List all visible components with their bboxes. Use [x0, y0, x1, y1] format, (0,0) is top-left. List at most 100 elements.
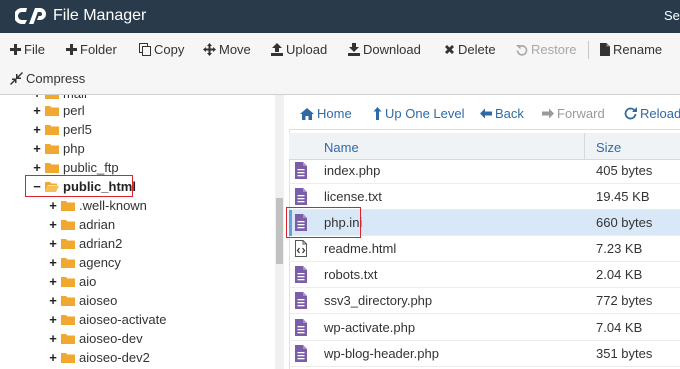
- download-button[interactable]: Download: [348, 42, 421, 57]
- folder-icon: [45, 144, 59, 154]
- tree-item-aioseo-dev[interactable]: + aioseo-dev: [48, 329, 143, 348]
- compress-button[interactable]: Compress: [10, 71, 85, 86]
- tree-item-label: public_ftp: [63, 160, 119, 175]
- tree-item-agency[interactable]: + agency: [48, 253, 121, 272]
- column-header-name[interactable]: Name: [324, 140, 359, 155]
- table-row[interactable]: wp-blog-header.php 351 bytes: [289, 341, 680, 367]
- folder-icon: [45, 95, 59, 99]
- folder-icon: [61, 334, 75, 344]
- table-row[interactable]: robots.txt 2.04 KB: [289, 262, 680, 288]
- folder-icon: [61, 239, 75, 249]
- expand-icon[interactable]: +: [48, 332, 58, 345]
- tree-item-adrian2[interactable]: + adrian2: [48, 234, 122, 253]
- move-button[interactable]: Move: [203, 42, 251, 57]
- restore-button[interactable]: Restore: [516, 42, 577, 57]
- upload-button[interactable]: Upload: [271, 42, 327, 57]
- tree-item-php[interactable]: + php: [32, 139, 85, 158]
- table-row[interactable]: wp-activate.php 7.04 KB: [289, 315, 680, 341]
- up-one-level-label: Up One Level: [385, 106, 465, 121]
- tree-item-label: aioseo-dev: [79, 331, 143, 346]
- upload-label: Upload: [286, 42, 328, 57]
- expand-icon[interactable]: +: [48, 275, 58, 288]
- expand-icon[interactable]: +: [48, 237, 58, 250]
- move-icon: [203, 43, 216, 56]
- folder-icon: [61, 201, 75, 211]
- file-size: 7.04 KB: [596, 320, 643, 335]
- table-row[interactable]: index.php 405 bytes: [289, 158, 680, 184]
- file-size: 2.04 KB: [596, 267, 643, 282]
- delete-button[interactable]: Delete: [444, 42, 496, 57]
- home-button[interactable]: Home: [300, 106, 352, 121]
- file-size: 351 bytes: [596, 346, 653, 361]
- compress-icon: [10, 72, 23, 85]
- tree-item-label: adrian: [79, 217, 116, 232]
- new-folder-button[interactable]: Folder: [66, 42, 117, 57]
- tree-item-label: perl: [63, 103, 85, 118]
- copy-icon: [139, 43, 151, 56]
- folder-icon: [45, 106, 59, 116]
- copy-button[interactable]: Copy: [139, 42, 184, 57]
- expand-icon[interactable]: +: [48, 351, 58, 364]
- new-file-button[interactable]: File: [10, 42, 45, 57]
- back-label: Back: [495, 106, 524, 121]
- tree-item-well-known[interactable]: + .well-known: [48, 196, 147, 215]
- expand-icon[interactable]: +: [48, 294, 58, 307]
- table-row[interactable]: readme.html 7.23 KB: [289, 236, 680, 262]
- expand-icon[interactable]: +: [32, 95, 42, 100]
- expand-icon[interactable]: +: [48, 256, 58, 269]
- file-name: readme.html: [324, 241, 397, 256]
- file-name: index.php: [324, 163, 381, 178]
- search-label[interactable]: Sea: [664, 8, 680, 23]
- expand-icon[interactable]: +: [32, 142, 42, 155]
- expand-icon[interactable]: +: [48, 313, 58, 326]
- tree-item-label: perl5: [63, 122, 92, 137]
- column-divider[interactable]: [584, 133, 585, 160]
- download-icon: [348, 43, 360, 56]
- copy-label: Copy: [154, 42, 185, 57]
- folder-icon: [61, 220, 75, 230]
- file-name: wp-blog-header.php: [324, 346, 439, 361]
- expand-icon[interactable]: +: [48, 218, 58, 231]
- tree-item-label: aioseo: [79, 293, 118, 308]
- tree-item-aio[interactable]: + aio: [48, 272, 96, 291]
- forward-label: Forward: [557, 106, 605, 121]
- table-row[interactable]: ssv3_directory.php 772 bytes: [289, 288, 680, 314]
- expand-icon[interactable]: +: [32, 104, 42, 117]
- rename-button[interactable]: Rename: [600, 42, 662, 57]
- home-icon: [300, 107, 314, 120]
- folder-icon: [61, 353, 75, 363]
- file-table-header: Name Size: [289, 133, 680, 160]
- tree-item-adrian[interactable]: + adrian: [48, 215, 115, 234]
- tree-item-aioseo-dev2[interactable]: + aioseo-dev2: [48, 348, 150, 367]
- folder-icon: [61, 258, 75, 268]
- download-label: Download: [363, 42, 421, 57]
- toolbar-divider: [588, 41, 589, 59]
- tree-scrollbar-thumb[interactable]: [276, 198, 283, 264]
- folder-icon: [61, 296, 75, 306]
- file-size: 19.45 KB: [596, 189, 650, 204]
- tree-item-aioseo-activate[interactable]: + aioseo-activate: [48, 310, 166, 329]
- new-folder-label: Folder: [80, 42, 117, 57]
- tree-item-aioseo[interactable]: + aioseo: [48, 291, 117, 310]
- file-name: ssv3_directory.php: [324, 293, 433, 308]
- file-size: 772 bytes: [596, 293, 653, 308]
- up-one-level-button[interactable]: Up One Level: [373, 106, 465, 121]
- plus-icon: [66, 44, 77, 55]
- folder-icon: [45, 163, 59, 173]
- back-button[interactable]: Back: [480, 106, 524, 121]
- tree-item-label: adrian2: [79, 236, 123, 251]
- text-file-icon: [295, 162, 307, 179]
- expand-icon[interactable]: +: [48, 199, 58, 212]
- text-file-icon: [295, 292, 307, 309]
- reload-button[interactable]: Reload: [624, 106, 680, 121]
- file-size: 405 bytes: [596, 163, 653, 178]
- expand-icon[interactable]: +: [32, 161, 42, 174]
- expand-icon[interactable]: +: [32, 123, 42, 136]
- html-file-icon: [295, 240, 307, 257]
- rename-label: Rename: [613, 42, 663, 57]
- toolbar: File Folder Copy Move Upload Download De…: [0, 33, 680, 95]
- tree-item-perl5[interactable]: + perl5: [32, 120, 92, 139]
- forward-button[interactable]: Forward: [542, 106, 605, 121]
- tree-item-perl[interactable]: + perl: [32, 101, 85, 120]
- column-header-size[interactable]: Size: [596, 140, 621, 155]
